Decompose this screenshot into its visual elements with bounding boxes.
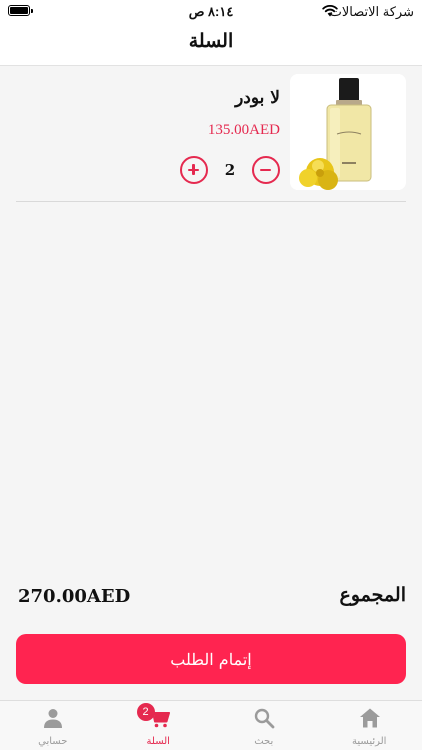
tab-home-label: الرئيسية (352, 736, 387, 747)
quantity-stepper: 2 (180, 156, 280, 186)
total-label: المجموع (339, 584, 406, 606)
tab-cart[interactable]: 2 السلة (106, 701, 212, 750)
decrease-quantity-button[interactable] (252, 156, 280, 184)
tab-home[interactable]: الرئيسية (317, 701, 422, 750)
person-icon (44, 709, 62, 728)
home-icon (359, 708, 380, 728)
increase-quantity-button[interactable] (180, 156, 208, 184)
status-bar: ٨:١٤ ص شركة الاتصالات (0, 0, 422, 24)
cart-count-badge: 2 (136, 703, 155, 721)
product-name: لا بودر (235, 88, 280, 108)
tab-cart-label: السلة (146, 736, 170, 747)
tab-account[interactable]: حسابي (0, 701, 106, 750)
tab-search-label: بحث (254, 736, 274, 747)
quantity-value: 2 (224, 161, 236, 179)
product-price: 135.00AED (207, 122, 280, 138)
item-divider (16, 201, 406, 202)
minus-icon (260, 168, 271, 171)
tab-bar: حسابي 2 السلة بحث الرئيسية (0, 700, 422, 750)
total-row: 270.00AED المجموع (16, 584, 406, 614)
tab-search[interactable]: بحث (211, 701, 317, 750)
total-value: 270.00AED (18, 586, 131, 607)
checkout-button[interactable]: إتمام الطلب (16, 634, 406, 684)
page-title: السلة (188, 30, 234, 52)
nav-bar: السلة (0, 24, 422, 66)
tab-account-label: حسابي (38, 736, 68, 747)
carrier-name: شركة الاتصالات (329, 4, 414, 19)
product-image[interactable] (290, 74, 406, 190)
cart-content: لا بودر 135.00AED 2 270.00AED المجموع إت… (0, 66, 422, 700)
perfume-bottle-icon (290, 74, 406, 190)
cart-item: لا بودر 135.00AED 2 (16, 74, 406, 200)
search-icon (254, 708, 275, 729)
